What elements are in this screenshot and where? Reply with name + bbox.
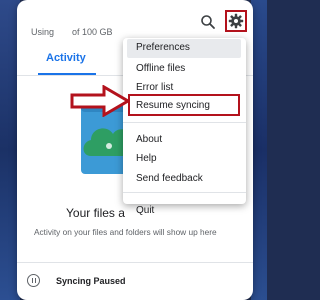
- menu-item-preferences[interactable]: Preferences: [136, 42, 190, 53]
- menu-item-error-list[interactable]: Error list: [136, 82, 173, 93]
- desktop-background-right: [251, 0, 267, 300]
- gear-icon: [228, 13, 244, 29]
- tab-activity[interactable]: Activity: [46, 52, 86, 64]
- storage-usage: Using of 100 GB: [31, 27, 113, 37]
- menu-item-send-feedback[interactable]: Send feedback: [136, 173, 203, 184]
- search-icon[interactable]: [200, 14, 216, 30]
- settings-menu: Preferences Offline files Error list Res…: [123, 38, 246, 216]
- menu-divider: [123, 192, 246, 193]
- pause-icon: [27, 274, 40, 287]
- empty-state-title: Your files a: [66, 206, 125, 220]
- empty-state-description: Activity on your files and folders will …: [34, 227, 217, 237]
- status-divider: [17, 262, 253, 263]
- menu-item-about[interactable]: About: [136, 134, 162, 145]
- menu-item-help[interactable]: Help: [136, 153, 157, 164]
- resume-syncing-highlight-box: [128, 94, 240, 116]
- sync-status: Syncing Paused: [56, 276, 126, 286]
- storage-amount: of 100 GB: [72, 27, 113, 37]
- menu-divider: [123, 122, 246, 123]
- menu-item-offline-files[interactable]: Offline files: [136, 63, 185, 74]
- arrow-right-icon: [70, 85, 130, 117]
- storage-prefix: Using: [31, 27, 55, 37]
- settings-button[interactable]: [225, 10, 247, 32]
- menu-item-quit[interactable]: Quit: [136, 205, 154, 216]
